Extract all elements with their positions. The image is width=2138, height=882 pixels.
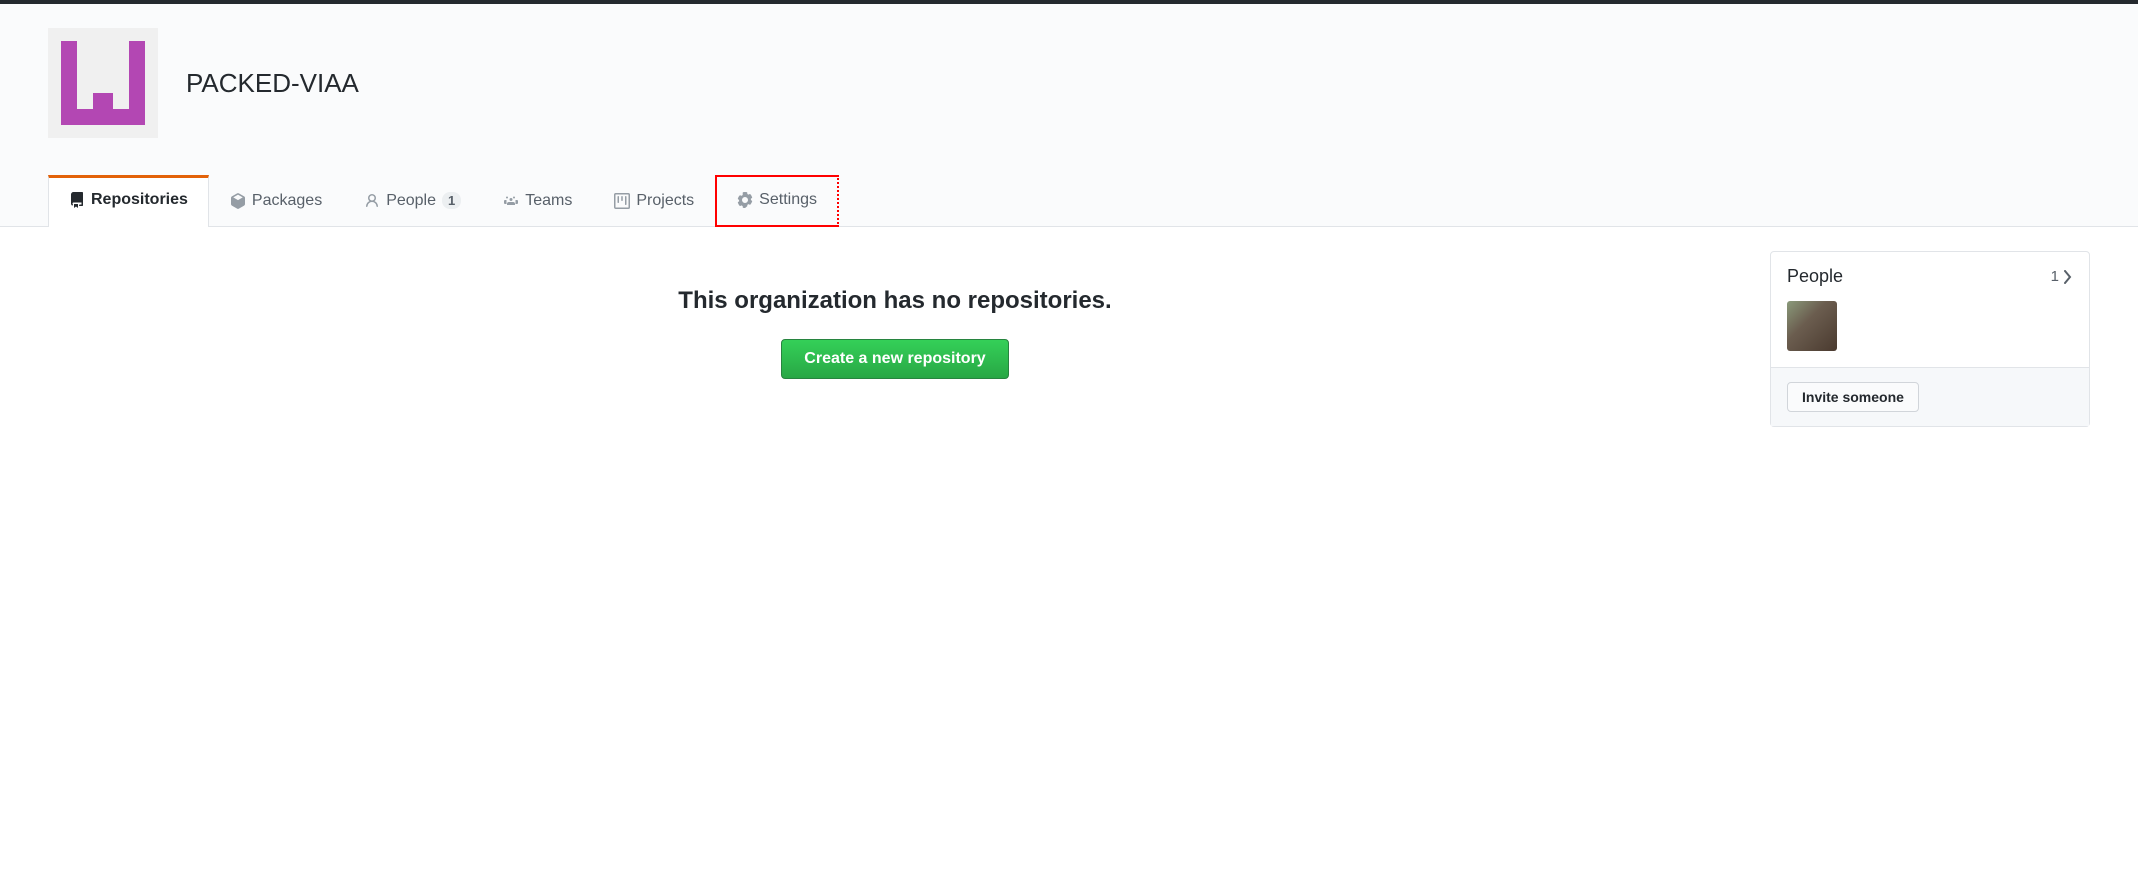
tab-settings[interactable]: Settings — [715, 175, 839, 227]
org-header-section: PACKED-VIAA Repositories Packages People… — [0, 4, 2138, 227]
empty-repos-message: This organization has no repositories. — [678, 287, 1111, 315]
org-tabs: Repositories Packages People 1 Teams — [48, 174, 2090, 226]
people-count-link[interactable]: 1 — [2051, 268, 2073, 285]
tab-label: Teams — [525, 192, 572, 210]
tab-label: Settings — [759, 191, 817, 209]
tab-people[interactable]: People 1 — [343, 175, 482, 227]
org-name: PACKED-VIAA — [186, 68, 359, 99]
people-count: 1 — [2051, 268, 2059, 285]
tab-projects[interactable]: Projects — [593, 175, 715, 227]
project-icon — [614, 193, 630, 209]
tab-repositories[interactable]: Repositories — [48, 175, 209, 227]
tab-counter: 1 — [442, 192, 461, 209]
team-icon — [503, 193, 519, 209]
chevron-right-icon — [2063, 270, 2073, 284]
create-repository-button[interactable]: Create a new repository — [781, 339, 1008, 379]
people-box-header: People 1 — [1771, 252, 2089, 301]
people-box-footer: Invite someone — [1771, 367, 2089, 426]
repo-icon — [69, 192, 85, 208]
tab-label: Packages — [252, 192, 322, 210]
people-box: People 1 Invite someone — [1770, 251, 2090, 427]
main-content: This organization has no repositories. C… — [0, 227, 2138, 451]
tab-label: Repositories — [91, 191, 188, 209]
people-box-title: People — [1787, 266, 1843, 287]
people-box-body — [1771, 301, 2089, 367]
gear-icon — [737, 192, 753, 208]
org-avatar[interactable] — [48, 28, 158, 138]
org-header: PACKED-VIAA — [48, 28, 2090, 138]
member-avatar[interactable] — [1787, 301, 1837, 351]
tab-packages[interactable]: Packages — [209, 175, 343, 227]
tab-teams[interactable]: Teams — [482, 175, 593, 227]
tab-label: People — [386, 192, 436, 210]
sidebar: People 1 Invite someone — [1770, 251, 2090, 427]
person-icon — [364, 193, 380, 209]
tab-label: Projects — [636, 192, 694, 210]
org-logo-icon — [53, 33, 153, 133]
content-main: This organization has no repositories. C… — [48, 251, 1742, 427]
invite-someone-button[interactable]: Invite someone — [1787, 382, 1919, 412]
package-icon — [230, 193, 246, 209]
